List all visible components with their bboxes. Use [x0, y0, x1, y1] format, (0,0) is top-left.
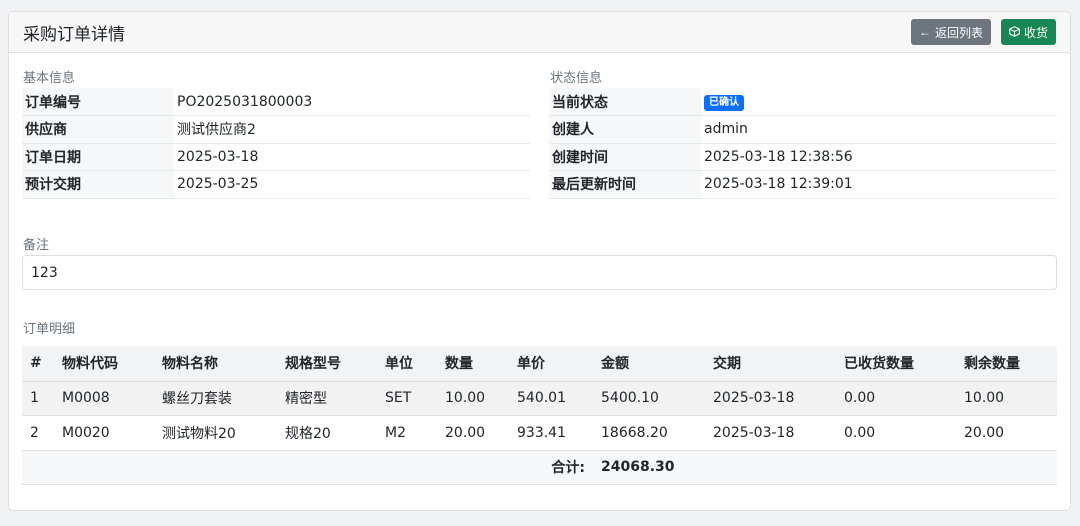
table-cell: SET: [377, 381, 437, 416]
order-date-key: 订单日期: [22, 143, 174, 171]
table-cell: M0020: [54, 415, 154, 451]
remark-label: 备注: [23, 238, 50, 253]
status-info-row: 创建时间 2025-03-18 12:38:56: [549, 143, 1057, 171]
table-cell: M2: [377, 415, 437, 451]
table-cell: M0008: [54, 381, 154, 416]
column-header: 交期: [705, 346, 836, 382]
basic-info-table: 订单编号 PO2025031800003 供应商 测试供应商2 订单日期 202…: [22, 88, 530, 199]
basic-info-row: 订单编号 PO2025031800003: [22, 88, 530, 116]
status-info-row: 最后更新时间 2025-03-18 12:39:01: [549, 170, 1057, 199]
remark-box: 123: [22, 255, 1057, 290]
order-date-value: 2025-03-18: [174, 143, 530, 171]
supplier-key: 供应商: [22, 115, 174, 144]
total-label: 合计:: [22, 450, 593, 485]
creator-value: admin: [701, 115, 1057, 144]
table-cell: 规格20: [277, 415, 377, 451]
table-cell: 1: [22, 381, 54, 416]
order-number-key: 订单编号: [22, 88, 174, 116]
current-status-key: 当前状态: [549, 88, 701, 116]
table-cell: 18668.20: [593, 415, 705, 451]
table-row: 1 M0008 螺丝刀套装 精密型 SET 10.00 540.01 5400.…: [22, 381, 1057, 416]
table-cell: 10.00: [956, 381, 1057, 416]
created-time-value: 2025-03-18 12:38:56: [701, 143, 1057, 171]
column-header: 数量: [437, 346, 509, 382]
column-header: #: [22, 346, 54, 382]
status-info-table: 当前状态 已确认 创建人 admin 创建时间 2025-03-18 12:38…: [549, 88, 1057, 199]
order-number-value: PO2025031800003: [174, 88, 530, 116]
status-info-row: 创建人 admin: [549, 115, 1057, 144]
expected-delivery-key: 预计交期: [22, 170, 174, 199]
box-icon: [1009, 25, 1020, 39]
expected-delivery-value: 2025-03-25: [174, 170, 530, 199]
back-to-list-button[interactable]: ← 返回列表: [910, 19, 991, 45]
current-status-value: 已确认: [701, 88, 1057, 116]
table-row: 2 M0020 测试物料20 规格20 M2 20.00 933.41 1866…: [22, 415, 1057, 451]
status-info-label: 状态信息: [550, 71, 603, 86]
table-cell: 精密型: [277, 381, 377, 416]
basic-info-row: 预计交期 2025-03-25: [22, 170, 530, 199]
table-cell: 540.01: [509, 381, 593, 416]
table-cell: 5400.10: [593, 381, 705, 416]
header-actions: ← 返回列表 收货: [910, 19, 1056, 45]
total-row: 合计: 24068.30: [22, 450, 1057, 485]
created-time-key: 创建时间: [549, 143, 701, 171]
table-cell: 0.00: [836, 381, 956, 416]
column-header: 单位: [377, 346, 437, 382]
supplier-value: 测试供应商2: [174, 115, 530, 144]
table-cell: 2025-03-18: [705, 415, 836, 451]
status-badge: 已确认: [704, 94, 744, 111]
order-items-label: 订单明细: [23, 322, 76, 337]
table-cell: 20.00: [437, 415, 509, 451]
receive-label: 收货: [1023, 25, 1048, 40]
receive-button[interactable]: 收货: [1000, 19, 1056, 45]
total-value: 24068.30: [593, 450, 1057, 485]
order-detail-card: 采购订单详情 ← 返回列表 收货 基本信息 订单编号 PO20250318000…: [8, 11, 1071, 511]
basic-info-row: 供应商 测试供应商2: [22, 115, 530, 144]
table-cell: 2: [22, 415, 54, 451]
creator-key: 创建人: [549, 115, 701, 144]
column-header: 物料名称: [154, 346, 277, 382]
remark-value: 123: [31, 264, 58, 281]
table-cell: 2025-03-18: [705, 381, 836, 416]
table-cell: 螺丝刀套装: [154, 381, 277, 416]
column-header: 已收货数量: [836, 346, 956, 382]
page-title: 采购订单详情: [23, 24, 125, 45]
arrow-left-icon: ←: [918, 25, 931, 39]
updated-time-key: 最后更新时间: [549, 170, 701, 199]
status-info-row: 当前状态 已确认: [549, 88, 1057, 116]
table-cell: 测试物料20: [154, 415, 277, 451]
table-cell: 0.00: [836, 415, 956, 451]
column-header: 金额: [593, 346, 705, 382]
table-cell: 20.00: [956, 415, 1057, 451]
basic-info-row: 订单日期 2025-03-18: [22, 143, 530, 171]
column-header: 单价: [509, 346, 593, 382]
column-header: 物料代码: [54, 346, 154, 382]
card-header: 采购订单详情 ← 返回列表 收货: [9, 12, 1070, 53]
back-to-list-label: 返回列表: [934, 25, 983, 40]
column-header: 规格型号: [277, 346, 377, 382]
updated-time-value: 2025-03-18 12:39:01: [701, 170, 1057, 199]
table-cell: 933.41: [509, 415, 593, 451]
table-cell: 10.00: [437, 381, 509, 416]
items-header-row: # 物料代码 物料名称 规格型号 单位 数量 单价 金额 交期 已收货数量 剩余…: [22, 346, 1057, 382]
basic-info-label: 基本信息: [23, 71, 76, 86]
order-items-table: # 物料代码 物料名称 规格型号 单位 数量 单价 金额 交期 已收货数量 剩余…: [22, 346, 1057, 485]
column-header: 剩余数量: [956, 346, 1057, 382]
